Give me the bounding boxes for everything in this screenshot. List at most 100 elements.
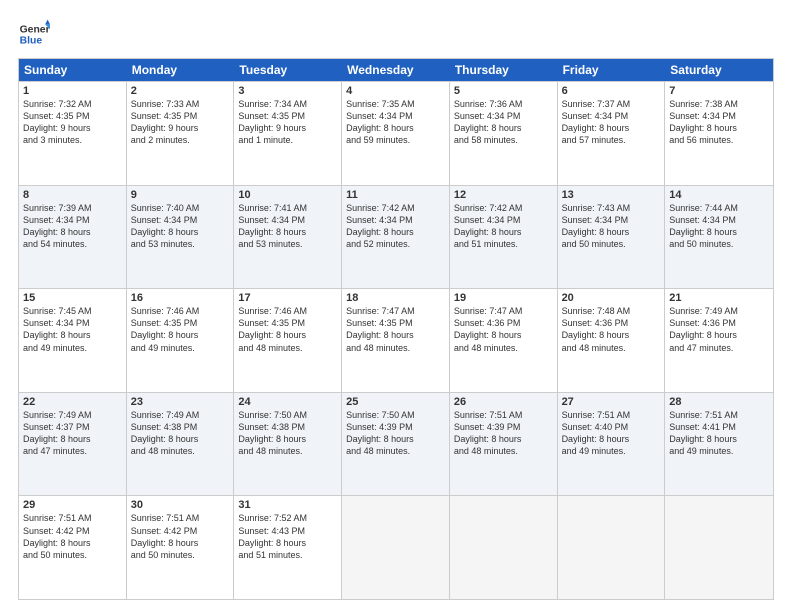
day-cell-18: 18Sunrise: 7:47 AMSunset: 4:35 PMDayligh… <box>342 289 450 392</box>
day-info-line: Sunset: 4:34 PM <box>562 214 661 226</box>
day-info-line: Sunrise: 7:51 AM <box>562 409 661 421</box>
day-cell-12: 12Sunrise: 7:42 AMSunset: 4:34 PMDayligh… <box>450 186 558 289</box>
day-cell-10: 10Sunrise: 7:41 AMSunset: 4:34 PMDayligh… <box>234 186 342 289</box>
day-info-line: Sunrise: 7:51 AM <box>454 409 553 421</box>
day-info-line: Daylight: 8 hours <box>454 226 553 238</box>
day-cell-23: 23Sunrise: 7:49 AMSunset: 4:38 PMDayligh… <box>127 393 235 496</box>
header-day-friday: Friday <box>558 59 666 81</box>
day-cell-29: 29Sunrise: 7:51 AMSunset: 4:42 PMDayligh… <box>19 496 127 599</box>
calendar-row-3: 15Sunrise: 7:45 AMSunset: 4:34 PMDayligh… <box>19 288 773 392</box>
header-day-tuesday: Tuesday <box>234 59 342 81</box>
day-info-line: Daylight: 8 hours <box>23 329 122 341</box>
day-cell-20: 20Sunrise: 7:48 AMSunset: 4:36 PMDayligh… <box>558 289 666 392</box>
day-info-line: Daylight: 8 hours <box>238 329 337 341</box>
day-info-line: and 49 minutes. <box>669 445 769 457</box>
empty-cell <box>342 496 450 599</box>
day-info-line: Daylight: 8 hours <box>23 226 122 238</box>
day-info-line: Daylight: 8 hours <box>131 433 230 445</box>
day-info-line: Sunrise: 7:50 AM <box>346 409 445 421</box>
day-number: 24 <box>238 396 337 408</box>
day-number: 2 <box>131 85 230 97</box>
day-info-line: Daylight: 8 hours <box>454 122 553 134</box>
header-day-wednesday: Wednesday <box>342 59 450 81</box>
day-number: 29 <box>23 499 122 511</box>
day-cell-4: 4Sunrise: 7:35 AMSunset: 4:34 PMDaylight… <box>342 82 450 185</box>
day-info-line: and 3 minutes. <box>23 134 122 146</box>
day-number: 1 <box>23 85 122 97</box>
day-info-line: Sunset: 4:34 PM <box>454 110 553 122</box>
day-info-line: Sunset: 4:36 PM <box>454 317 553 329</box>
day-number: 13 <box>562 189 661 201</box>
day-number: 31 <box>238 499 337 511</box>
day-info-line: Daylight: 8 hours <box>669 122 769 134</box>
day-info-line: Sunset: 4:35 PM <box>346 317 445 329</box>
day-number: 28 <box>669 396 769 408</box>
day-info-line: Sunrise: 7:51 AM <box>23 512 122 524</box>
day-info-line: Sunset: 4:39 PM <box>346 421 445 433</box>
day-info-line: Sunset: 4:35 PM <box>238 317 337 329</box>
empty-cell <box>558 496 666 599</box>
day-info-line: and 51 minutes. <box>238 549 337 561</box>
day-number: 27 <box>562 396 661 408</box>
day-cell-5: 5Sunrise: 7:36 AMSunset: 4:34 PMDaylight… <box>450 82 558 185</box>
day-info-line: Daylight: 8 hours <box>562 329 661 341</box>
day-cell-7: 7Sunrise: 7:38 AMSunset: 4:34 PMDaylight… <box>665 82 773 185</box>
day-cell-13: 13Sunrise: 7:43 AMSunset: 4:34 PMDayligh… <box>558 186 666 289</box>
day-info-line: Sunset: 4:34 PM <box>23 214 122 226</box>
day-info-line: Sunset: 4:42 PM <box>23 525 122 537</box>
day-info-line: Daylight: 9 hours <box>131 122 230 134</box>
calendar-row-5: 29Sunrise: 7:51 AMSunset: 4:42 PMDayligh… <box>19 495 773 599</box>
logo: General Blue <box>18 18 50 50</box>
day-info-line: Daylight: 8 hours <box>238 226 337 238</box>
day-info-line: Sunrise: 7:47 AM <box>346 305 445 317</box>
day-info-line: Sunrise: 7:36 AM <box>454 98 553 110</box>
calendar-body: 1Sunrise: 7:32 AMSunset: 4:35 PMDaylight… <box>19 81 773 599</box>
day-info-line: Sunrise: 7:39 AM <box>23 202 122 214</box>
day-info-line: Daylight: 8 hours <box>669 226 769 238</box>
day-cell-15: 15Sunrise: 7:45 AMSunset: 4:34 PMDayligh… <box>19 289 127 392</box>
day-info-line: and 53 minutes. <box>238 238 337 250</box>
day-number: 17 <box>238 292 337 304</box>
day-info-line: Sunset: 4:34 PM <box>669 214 769 226</box>
day-cell-31: 31Sunrise: 7:52 AMSunset: 4:43 PMDayligh… <box>234 496 342 599</box>
day-info-line: Daylight: 8 hours <box>346 433 445 445</box>
day-number: 8 <box>23 189 122 201</box>
day-cell-8: 8Sunrise: 7:39 AMSunset: 4:34 PMDaylight… <box>19 186 127 289</box>
header-day-monday: Monday <box>127 59 235 81</box>
day-info-line: Sunset: 4:34 PM <box>238 214 337 226</box>
day-info-line: Sunset: 4:35 PM <box>131 317 230 329</box>
day-cell-17: 17Sunrise: 7:46 AMSunset: 4:35 PMDayligh… <box>234 289 342 392</box>
day-cell-24: 24Sunrise: 7:50 AMSunset: 4:38 PMDayligh… <box>234 393 342 496</box>
day-info-line: Sunrise: 7:41 AM <box>238 202 337 214</box>
day-info-line: and 47 minutes. <box>23 445 122 457</box>
day-number: 4 <box>346 85 445 97</box>
empty-cell <box>450 496 558 599</box>
day-info-line: and 48 minutes. <box>346 342 445 354</box>
day-info-line: and 53 minutes. <box>131 238 230 250</box>
day-cell-26: 26Sunrise: 7:51 AMSunset: 4:39 PMDayligh… <box>450 393 558 496</box>
day-info-line: and 49 minutes. <box>562 445 661 457</box>
day-info-line: Sunrise: 7:46 AM <box>131 305 230 317</box>
day-info-line: Sunrise: 7:32 AM <box>23 98 122 110</box>
day-cell-2: 2Sunrise: 7:33 AMSunset: 4:35 PMDaylight… <box>127 82 235 185</box>
day-info-line: Daylight: 8 hours <box>562 226 661 238</box>
day-info-line: Sunrise: 7:51 AM <box>131 512 230 524</box>
day-number: 16 <box>131 292 230 304</box>
day-info-line: Sunset: 4:35 PM <box>131 110 230 122</box>
day-info-line: and 48 minutes. <box>454 342 553 354</box>
day-info-line: Sunrise: 7:47 AM <box>454 305 553 317</box>
day-number: 30 <box>131 499 230 511</box>
day-info-line: and 1 minute. <box>238 134 337 146</box>
day-info-line: Sunset: 4:35 PM <box>23 110 122 122</box>
day-info-line: Daylight: 9 hours <box>238 122 337 134</box>
page-header: General Blue <box>18 18 774 50</box>
day-info-line: Daylight: 8 hours <box>131 537 230 549</box>
day-number: 6 <box>562 85 661 97</box>
day-cell-28: 28Sunrise: 7:51 AMSunset: 4:41 PMDayligh… <box>665 393 773 496</box>
day-info-line: and 48 minutes. <box>238 445 337 457</box>
day-info-line: Sunset: 4:34 PM <box>346 214 445 226</box>
day-cell-19: 19Sunrise: 7:47 AMSunset: 4:36 PMDayligh… <box>450 289 558 392</box>
day-cell-21: 21Sunrise: 7:49 AMSunset: 4:36 PMDayligh… <box>665 289 773 392</box>
day-info-line: and 54 minutes. <box>23 238 122 250</box>
day-info-line: Daylight: 8 hours <box>131 226 230 238</box>
